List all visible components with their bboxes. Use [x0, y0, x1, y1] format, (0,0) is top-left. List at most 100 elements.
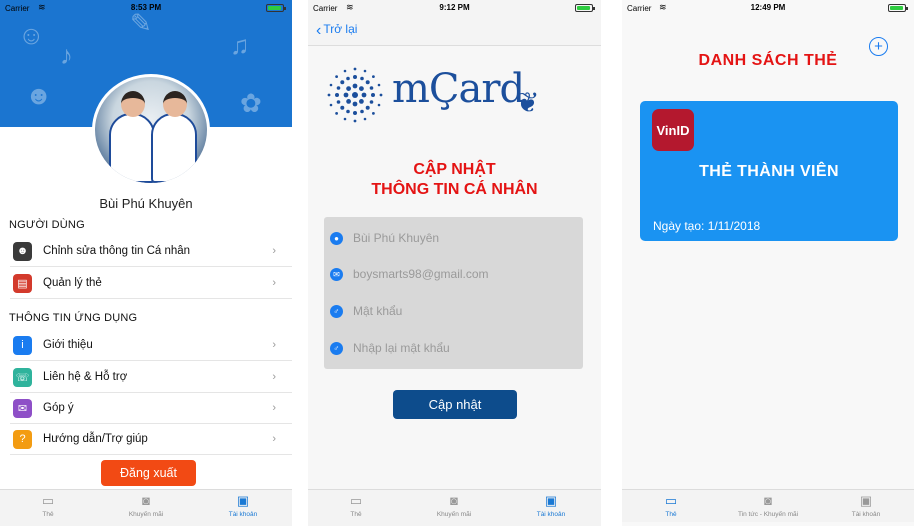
section-title-user: NGƯỜI DÙNG: [9, 219, 85, 231]
email-icon: ✉: [330, 267, 343, 281]
tab-label: Thẻ: [350, 511, 362, 518]
page-title: CẬP NHẬT THÔNG TIN CÁ NHÂN: [308, 160, 601, 200]
support-icon: ☏: [13, 367, 32, 387]
camera-icon: ◙: [450, 493, 458, 508]
chevron-right-icon: ›: [272, 402, 276, 414]
account-icon: ▣: [236, 493, 250, 508]
chevron-right-icon: ›: [272, 277, 276, 289]
plus-icon: +: [874, 38, 883, 55]
status-bar: Carrier ≋ 8:53 PM: [0, 0, 292, 16]
chevron-right-icon: ›: [272, 433, 276, 445]
profile-screen: ☺ ♪ ✎ ♫ ☻ ✿ Carrier ≋ 8:53 PM Bùi Phú Kh…: [0, 0, 292, 526]
tab-cards[interactable]: ▭ Thẻ: [3, 493, 93, 518]
card-created-date: Ngày tạo: 1/11/2018: [653, 219, 761, 233]
name-field-row: ●: [324, 220, 583, 256]
tab-label: Khuyến mãi: [436, 511, 472, 518]
password-confirm-icon: ♂: [330, 341, 343, 355]
battery-icon: [575, 4, 595, 12]
menu-item-feedback[interactable]: ✉ Góp ý ›: [10, 393, 292, 424]
card-icon: ▭: [664, 493, 678, 508]
tab-label: Thẻ: [42, 511, 54, 518]
status-bar: Carrier ≋ 12:49 PM: [622, 0, 914, 16]
update-profile-screen: Carrier ≋ 9:12 PM ‹ Trở lại mÇard ❦ CẬP …: [308, 0, 601, 526]
menu-item-edit-profile[interactable]: ☻ Chỉnh sửa thông tin Cá nhân ›: [10, 236, 292, 267]
tab-account[interactable]: ▣ Tài khoản: [821, 493, 911, 518]
profile-form: ● ✉ ♂ ♂: [324, 217, 583, 369]
doodle-icon: ☻: [25, 80, 53, 110]
menu-item-help[interactable]: ? Hướng dẫn/Trợ giúp ›: [10, 424, 292, 455]
tab-bar: ▭ Thẻ ◙ Khuyến mãi ▣ Tài khoản: [308, 489, 601, 526]
logout-button[interactable]: Đăng xuất: [101, 460, 196, 486]
tab-promotions[interactable]: ◙ Tin tức - Khuyến mãi: [723, 493, 813, 518]
card-name: THẺ THÀNH VIÊN: [699, 163, 839, 180]
logo-text: mÇard: [392, 66, 525, 112]
member-card[interactable]: VinID THẺ THÀNH VIÊN Ngày tạo: 1/11/2018: [640, 101, 898, 241]
menu-item-label: Giới thiệu: [43, 339, 93, 351]
avatar[interactable]: [92, 74, 210, 186]
menu-item-label: Quản lý thẻ: [43, 277, 102, 289]
menu-item-about[interactable]: i Giới thiệu ›: [10, 330, 292, 361]
status-bar: Carrier ≋ 9:12 PM: [308, 0, 601, 16]
password-icon: ♂: [330, 304, 343, 318]
nav-bar: ‹ Trở lại: [308, 16, 601, 46]
page-title: DANH SÁCH THẺ: [698, 52, 838, 69]
account-icon: ▣: [859, 493, 873, 508]
card-list-screen: Carrier ≋ 12:49 PM DANH SÁCH THẺ + VinID…: [622, 0, 914, 526]
battery-icon: [888, 4, 908, 12]
doodle-icon: ♪: [60, 40, 73, 70]
status-time: 12:49 PM: [750, 3, 786, 12]
email-field[interactable]: [353, 267, 573, 281]
menu-item-label: Hướng dẫn/Trợ giúp: [43, 433, 148, 445]
tab-cards[interactable]: ▭ Thẻ: [626, 493, 716, 518]
add-card-button[interactable]: +: [869, 37, 888, 56]
back-label: Trở lại: [323, 22, 358, 36]
tab-label: Tài khoản: [228, 511, 258, 518]
tab-account[interactable]: ▣ Tài khoản: [198, 493, 288, 518]
card-icon: ▭: [41, 493, 55, 508]
password-field[interactable]: [353, 304, 573, 318]
feedback-icon: ✉: [13, 398, 32, 418]
user-icon: ●: [330, 231, 343, 245]
user-name: Bùi Phú Khuyên: [99, 196, 193, 211]
tab-cards[interactable]: ▭ Thẻ: [311, 493, 401, 518]
doodle-icon: ✿: [240, 88, 262, 118]
tab-label: Tài khoản: [851, 511, 881, 518]
tab-promotions[interactable]: ◙ Khuyến mãi: [409, 493, 499, 518]
doodle-icon: ☺: [18, 20, 45, 50]
status-time: 8:53 PM: [130, 3, 162, 12]
tab-promotions[interactable]: ◙ Khuyến mãi: [101, 493, 191, 518]
logo-dots-icon: [327, 67, 383, 123]
tab-label: Tài khoản: [536, 511, 566, 518]
help-icon: ?: [13, 429, 32, 449]
name-field[interactable]: [353, 231, 573, 245]
card-icon: ▭: [349, 493, 363, 508]
menu-item-support[interactable]: ☏ Liên hệ & Hỗ trợ ›: [10, 362, 292, 393]
menu-item-label: Chỉnh sửa thông tin Cá nhân: [43, 245, 191, 257]
tab-label: Thẻ: [665, 511, 677, 518]
update-button[interactable]: Cập nhật: [393, 390, 517, 419]
chevron-right-icon: ›: [272, 371, 276, 383]
email-field-row: ✉: [324, 256, 583, 292]
menu-item-label: Liên hệ & Hỗ trợ: [43, 371, 128, 383]
info-icon: i: [13, 335, 32, 355]
tab-bar: ▭ Thẻ ◙ Khuyến mãi ▣ Tài khoản: [0, 489, 292, 526]
doodle-icon: ♫: [230, 30, 250, 60]
vinid-logo: VinID: [652, 109, 694, 151]
tab-account[interactable]: ▣ Tài khoản: [506, 493, 596, 518]
user-edit-icon: ☻: [13, 241, 32, 261]
section-title-app-info: THÔNG TIN ỨNG DỤNG: [9, 312, 138, 324]
card-manage-icon: ▤: [13, 273, 32, 293]
menu-item-label: Góp ý: [43, 402, 74, 414]
camera-icon: ◙: [764, 493, 772, 508]
status-time: 9:12 PM: [439, 3, 470, 12]
tab-label: Tin tức - Khuyến mãi: [737, 511, 799, 518]
confirm-password-field-row: ♂: [324, 330, 583, 366]
mcard-logo: mÇard ❦: [326, 66, 586, 142]
title-line: CẬP NHẬT: [413, 161, 496, 178]
back-button[interactable]: ‹ Trở lại: [316, 22, 357, 40]
menu-item-card-management[interactable]: ▤ Quản lý thẻ ›: [10, 268, 292, 299]
camera-icon: ◙: [142, 493, 150, 508]
confirm-password-field[interactable]: [353, 341, 573, 355]
password-field-row: ♂: [324, 293, 583, 329]
chevron-right-icon: ›: [272, 245, 276, 257]
